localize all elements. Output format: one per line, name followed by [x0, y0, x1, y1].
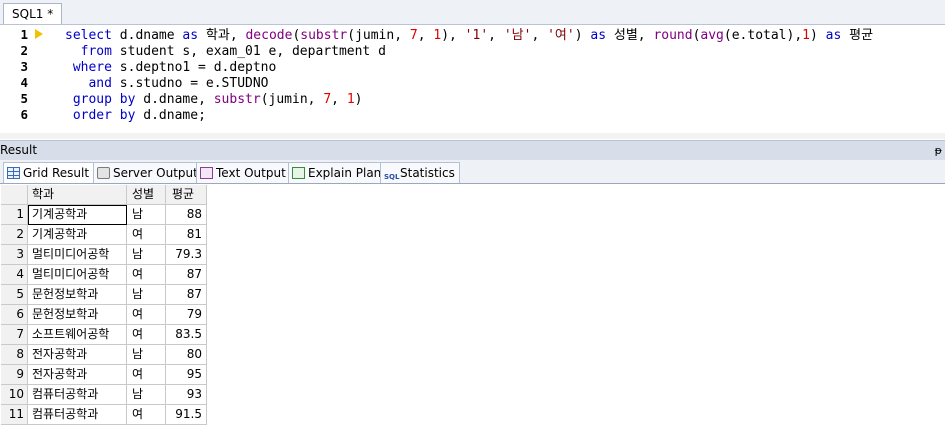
table-cell[interactable]: 여 [127, 365, 166, 385]
row-number[interactable]: 2 [1, 225, 28, 245]
row-number[interactable]: 9 [1, 365, 28, 385]
grid-icon [7, 167, 20, 179]
table-cell[interactable]: 멀티미디어공학 [28, 245, 127, 265]
column-header[interactable]: 성별 [127, 185, 166, 205]
row-number[interactable]: 7 [1, 325, 28, 345]
row-number[interactable]: 11 [1, 405, 28, 425]
table-cell[interactable]: 멀티미디어공학 [28, 265, 127, 285]
table-cell[interactable]: 소프트웨어공학 [28, 325, 127, 345]
tab-label: Text Output [216, 166, 286, 180]
line-number: 4 [20, 75, 28, 90]
result-panel-header: Result ᵽ [0, 140, 945, 160]
table-cell[interactable]: 여 [127, 325, 166, 345]
explain-plan-icon [292, 167, 305, 179]
row-number[interactable]: 10 [1, 385, 28, 405]
text-output-icon [200, 167, 213, 179]
row-number[interactable]: 3 [1, 245, 28, 265]
table-cell[interactable]: 87 [166, 285, 207, 305]
table-cell[interactable]: 83.5 [166, 325, 207, 345]
table-cell[interactable]: 기계공학과 [28, 225, 127, 245]
code-line-6: order by d.dname; [72, 108, 206, 123]
table-cell[interactable]: 93 [166, 385, 207, 405]
code-line-1: select d.dname as 학과, decode(substr(jumi… [65, 28, 874, 43]
table-cell[interactable]: 남 [127, 345, 166, 365]
result-panel-title: Result [0, 143, 38, 157]
table-cell[interactable]: 95 [166, 365, 207, 385]
editor-horizontal-scrollbar[interactable] [0, 133, 945, 139]
table-cell[interactable]: 여 [127, 305, 166, 325]
table-cell[interactable]: 컴퓨터공학과 [28, 385, 127, 405]
sql-editor[interactable]: 1 2 3 4 5 6 select d.dname as 학과, decode… [0, 25, 945, 139]
line-number: 3 [20, 59, 28, 74]
tab-label: Grid Result [23, 166, 90, 180]
row-number[interactable]: 4 [1, 265, 28, 285]
table-cell[interactable]: 문헌정보학과 [28, 285, 127, 305]
tab-statistics[interactable]: SQLStatistics [380, 162, 460, 183]
tab-explain-plan[interactable]: Explain Plan [288, 162, 387, 183]
table-cell[interactable]: 79 [166, 305, 207, 325]
tab-grid-result[interactable]: Grid Result [3, 162, 95, 183]
tab-label: Statistics [400, 166, 455, 180]
result-tabbar: Grid Result Server Output Text Output Ex… [0, 160, 945, 184]
row-number[interactable]: 8 [1, 345, 28, 365]
server-output-icon [97, 167, 110, 179]
table-cell[interactable]: 여 [127, 405, 166, 425]
table-cell[interactable]: 전자공학과 [28, 345, 127, 365]
line-number: 5 [20, 91, 28, 106]
tab-label: Server Output [113, 166, 198, 180]
line-number: 1 [20, 27, 28, 42]
current-line-marker-icon [35, 29, 43, 39]
table-cell[interactable]: 81 [166, 225, 207, 245]
table-cell[interactable]: 기계공학과 [28, 205, 127, 225]
column-header[interactable]: 학과 [28, 185, 127, 205]
code-line-2: from student s, exam_01 e, department d [80, 44, 386, 59]
line-number-gutter: 1 2 3 4 5 6 [0, 25, 32, 137]
table-cell[interactable]: 전자공학과 [28, 365, 127, 385]
tab-sql1[interactable]: SQL1 * [3, 3, 63, 24]
table-cell[interactable]: 79.3 [166, 245, 207, 265]
row-header-corner[interactable] [1, 185, 28, 205]
row-number[interactable]: 1 [1, 205, 28, 225]
table-cell[interactable]: 87 [166, 265, 207, 285]
tab-text-output[interactable]: Text Output [196, 162, 291, 183]
code-line-3: where s.deptno1 = d.deptno [72, 60, 277, 75]
editor-tabbar: SQL1 * [0, 0, 945, 25]
tab-label: Explain Plan [308, 166, 382, 180]
table-cell[interactable]: 남 [127, 385, 166, 405]
tab-server-output[interactable]: Server Output [93, 162, 203, 183]
table-cell[interactable]: 여 [127, 265, 166, 285]
table-cell[interactable]: 80 [166, 345, 207, 365]
table-cell[interactable]: 91.5 [166, 405, 207, 425]
table-cell[interactable]: 남 [127, 285, 166, 305]
table-cell[interactable]: 88 [166, 205, 207, 225]
code-line-5: group by d.dname, substr(jumin, 7, 1) [72, 92, 363, 107]
pin-icon[interactable]: ᵽ [935, 143, 942, 158]
code-line-4: and s.studno = e.STUDNO [88, 76, 269, 91]
line-number: 2 [20, 43, 28, 58]
column-header[interactable]: 평균 [166, 185, 207, 205]
table-cell[interactable]: 남 [127, 205, 166, 225]
table-cell[interactable]: 컴퓨터공학과 [28, 405, 127, 425]
line-number: 6 [20, 107, 28, 122]
table-cell[interactable]: 문헌정보학과 [28, 305, 127, 325]
table-cell[interactable]: 여 [127, 225, 166, 245]
row-number[interactable]: 6 [1, 305, 28, 325]
statistics-icon: SQL [384, 173, 400, 181]
row-number[interactable]: 5 [1, 285, 28, 305]
table-cell[interactable]: 남 [127, 245, 166, 265]
